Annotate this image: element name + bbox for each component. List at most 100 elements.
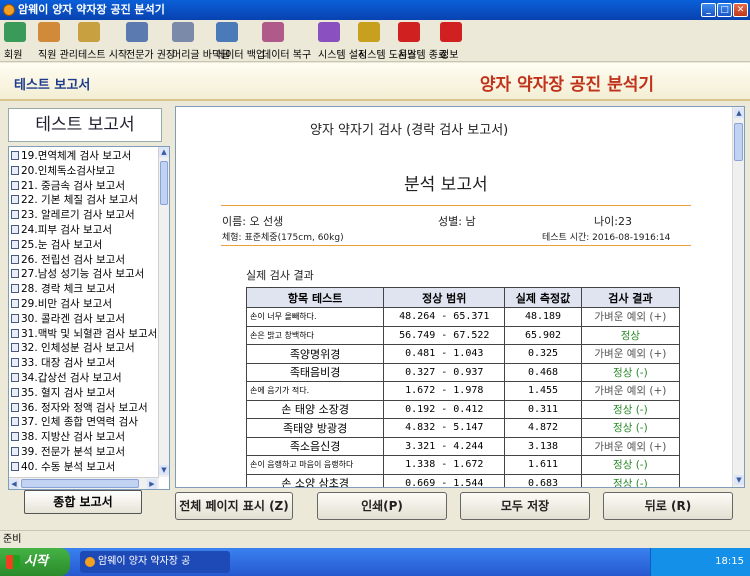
scroll-down-icon[interactable]: ▼ [159, 465, 169, 475]
report-list-item[interactable]: 21. 중금속 검사 보고서 [11, 179, 125, 193]
report-list-item[interactable]: 38. 지방산 검사 보고서 [11, 430, 125, 444]
toolbar-expert-button[interactable]: 전문가 권장 [126, 22, 175, 61]
list-item-label: 25.눈 검사 보고서 [21, 238, 103, 251]
scroll-down-icon[interactable]: ▼ [734, 475, 744, 485]
list-item-label: 26. 전립선 검사 보고서 [21, 253, 125, 266]
toolbar-restore-button[interactable]: 데이터 복구 [262, 22, 311, 61]
cell-range: 0.481 - 1.043 [383, 344, 506, 364]
scroll-up-icon[interactable]: ▲ [734, 108, 744, 118]
report-list-item[interactable]: 39. 전문가 분석 보고서 [11, 445, 125, 459]
report-list-item[interactable]: 27.남성 성기능 검사 보고서 [11, 267, 144, 281]
report-list-item[interactable]: 32. 인체성분 검사 보고서 [11, 341, 135, 355]
save-all-button[interactable]: 모두 저장 [460, 492, 590, 520]
app-icon [3, 4, 15, 16]
restore-icon [262, 22, 284, 42]
report-list-item[interactable]: 40. 수동 분석 보고서 [11, 460, 115, 474]
results-section-title: 실제 검사 결과 [246, 269, 314, 282]
scroll-thumb[interactable] [734, 123, 743, 161]
list-item-label: 34.갑상선 검사 보고서 [21, 372, 122, 384]
report-list-item[interactable]: 30. 콜라겐 검사 보고서 [11, 312, 125, 326]
cell-result: 정상 (-) [580, 418, 681, 438]
list-item-label: 37. 인체 종합 면역력 검사 [21, 416, 138, 429]
test-time: 테스트 시간: 2016-08-1916:14 [542, 233, 671, 243]
list-item-label: 21. 중금속 검사 보고서 [21, 179, 125, 192]
maximize-button[interactable]: □ [717, 3, 732, 17]
back-button[interactable]: 뒤로 (R) [603, 492, 733, 520]
scroll-left-icon[interactable]: ◀ [9, 479, 19, 489]
toolbar-hand-button[interactable]: 테스트 시작 [78, 22, 127, 61]
toolbar-label: 정보 [440, 50, 459, 61]
scroll-right-icon[interactable]: ▶ [147, 479, 157, 489]
report-list-item[interactable]: 29.비만 검사 보고서 [11, 297, 112, 311]
summary-report-button[interactable]: 종합 보고서 [24, 490, 142, 514]
cell-item: 손 태양 소장경 [245, 399, 385, 419]
document-icon [11, 447, 19, 456]
table-row: 손이 너무 올빼하다. 48.264 - 65.371 48.189 가벼운 예외 (… [245, 307, 681, 327]
hscroll-thumb[interactable] [21, 479, 139, 488]
report-subheading: 분석 보고서 [404, 175, 488, 195]
scroll-thumb[interactable] [160, 161, 168, 205]
report-list-item[interactable]: 37. 인체 종합 면역력 검사 [11, 415, 138, 429]
list-item-label: 35. 혈지 검사 보고서 [21, 386, 116, 399]
table-row: 손 소양 삼초경 0.669 - 1.544 0.683 정상 (-) [245, 473, 681, 487]
report-list-item[interactable]: 34.갑상선 검사 보고서 [11, 371, 122, 385]
document-icon [11, 254, 19, 264]
report-list-hscrollbar[interactable]: ◀ ▶ [9, 477, 159, 489]
scroll-up-icon[interactable]: ▲ [159, 147, 169, 157]
group-icon [38, 22, 60, 42]
cell-item: 족양명위경 [245, 344, 385, 364]
show-all-pages-button[interactable]: 전체 페이지 표시 (Z) [175, 492, 293, 520]
cell-range: 48.264 - 65.371 [383, 307, 506, 327]
cell-value: 0.325 [504, 344, 582, 364]
toolbar-label: 직원 관리 [38, 50, 78, 61]
document-icon [11, 239, 19, 249]
cell-result: 가벼운 예외 (+) [580, 436, 681, 456]
report-list-item[interactable]: 25.눈 검사 보고서 [11, 238, 102, 252]
column-header: 항목 테스트 [245, 287, 385, 308]
report-list-item[interactable]: 31.맥박 및 뇌혈관 검사 보고서 [11, 327, 157, 341]
report-list-item[interactable]: 33. 대장 검사 보고서 [11, 356, 115, 370]
print-button[interactable]: 인쇄(P) [317, 492, 447, 520]
toolbar-group-button[interactable]: 직원 관리 [38, 22, 78, 61]
divider [221, 205, 691, 206]
toolbar-power-button[interactable]: 시스템 종료 [398, 22, 447, 61]
report-list-item[interactable]: 20.인체독소검사보고 [11, 164, 115, 178]
cell-range: 0.192 - 0.412 [383, 399, 506, 419]
report-list-item[interactable]: 19.면역체계 검사 보고서 [11, 149, 131, 163]
cell-value: 65.902 [504, 325, 582, 345]
header-banner: 테스트 보고서 양자 약자장 공진 분석기 [0, 63, 750, 101]
toolbar-info-button[interactable]: 정보 [440, 22, 462, 61]
start-button[interactable]: 시작 [0, 548, 70, 576]
document-icon [11, 284, 19, 294]
document-icon [11, 269, 19, 279]
minimize-button[interactable]: _ [701, 3, 716, 17]
status-bar: 준비 [0, 530, 750, 548]
cell-value: 0.683 [504, 473, 582, 487]
document-icon [11, 165, 19, 175]
toolbar-help-button[interactable]: 시스템 도움말 [358, 22, 416, 61]
report-list-item[interactable]: 28. 경락 체크 보고서 [11, 282, 115, 296]
report-list-item[interactable]: 35. 혈지 검사 보고서 [11, 386, 115, 400]
list-item-label: 24.피부 검사 보고서 [21, 224, 112, 236]
document-icon [11, 225, 19, 234]
toolbar-user-button[interactable]: 회원 [4, 22, 26, 61]
report-list-vscrollbar[interactable]: ▲ ▼ [158, 147, 169, 477]
report-list-item[interactable]: 23. 알레르기 검사 보고서 [11, 208, 135, 222]
document-icon [11, 461, 19, 471]
report-list-item[interactable]: 36. 정자와 정액 검사 보고서 [11, 401, 148, 415]
report-list-item[interactable]: 24.피부 검사 보고서 [11, 223, 112, 237]
table-row: 손에 음기가 적다. 1.672 - 1.978 1.455 가벼운 예외 (+) [245, 381, 681, 401]
toolbar-settings-button[interactable]: 시스템 설정 [318, 22, 367, 61]
report-list[interactable]: 19.면역체계 검사 보고서 20.인체독소검사보고 21. 중금속 검사 보고서 2… [8, 146, 170, 490]
toolbar-print-button[interactable]: 머리글 바닥글 [172, 22, 230, 61]
list-item-label: 28. 경락 체크 보고서 [21, 283, 116, 296]
close-button[interactable]: ✕ [733, 3, 748, 17]
report-list-item[interactable]: 26. 전립선 검사 보고서 [11, 253, 125, 267]
report-list-item[interactable]: 22. 기본 체질 검사 보고서 [11, 193, 138, 207]
report-vscrollbar[interactable]: ▲ ▼ [732, 107, 744, 487]
body-type: 체형: 표준체중(175cm, 60kg) [222, 233, 344, 243]
column-header: 검사 결과 [580, 287, 681, 308]
settings-icon [318, 22, 340, 42]
taskbar-app-item[interactable]: 암웨이 양자 약자장 공 [80, 551, 230, 573]
toolbar-backup-button[interactable]: 데이터 백업 [216, 22, 265, 61]
